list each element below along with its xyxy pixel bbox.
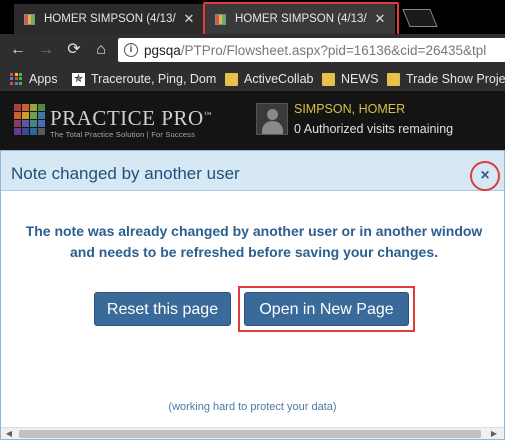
- back-arrow-icon[interactable]: ←: [8, 40, 28, 60]
- screen: HOMER SIMPSON (4/13/ ✕ HOMER SIMPSON (4/…: [0, 0, 505, 440]
- dialog-close-button[interactable]: ×: [470, 161, 500, 191]
- browser-tab-1[interactable]: HOMER SIMPSON (4/13/ ✕: [14, 4, 204, 34]
- favicon-icon: [24, 13, 35, 25]
- bookmark-apps[interactable]: Apps: [10, 71, 58, 87]
- apps-grid-icon: [10, 72, 23, 86]
- tab-title: HOMER SIMPSON (4/13/: [44, 13, 176, 25]
- browser-tab-strip: HOMER SIMPSON (4/13/ ✕ HOMER SIMPSON (4/…: [0, 0, 505, 36]
- app-header: PRACTICE PRO™ The Total Practice Solutio…: [0, 92, 505, 150]
- bookmark-label: Traceroute, Ping, Dom: [91, 72, 217, 86]
- practice-pro-logo[interactable]: PRACTICE PRO™ The Total Practice Solutio…: [14, 104, 212, 139]
- info-icon[interactable]: i: [124, 43, 138, 57]
- bookmarks-bar: Apps ✯ Traceroute, Ping, Dom ActiveColla…: [0, 66, 505, 92]
- star-icon: ✯: [72, 72, 85, 86]
- logo-trademark: ™: [203, 110, 212, 119]
- forward-arrow-icon[interactable]: →: [36, 40, 56, 60]
- bookmark-trade-show[interactable]: Trade Show Project: [387, 71, 505, 87]
- scrollbar-thumb[interactable]: [19, 430, 481, 438]
- dialog-title: Note changed by another user: [11, 164, 240, 183]
- folder-icon: [322, 72, 335, 86]
- home-icon[interactable]: ⌂: [91, 40, 111, 60]
- tab-close-icon[interactable]: ✕: [182, 11, 196, 27]
- note-changed-dialog: Note changed by another user × The note …: [0, 150, 505, 440]
- folder-icon: [387, 72, 400, 86]
- logo-tagline: The Total Practice Solution | For Succes…: [50, 130, 196, 139]
- horizontal-scrollbar[interactable]: ◀ ▶: [1, 427, 504, 439]
- dialog-footer-text: (working hard to protect your data): [168, 401, 337, 413]
- new-tab-button[interactable]: [402, 9, 438, 27]
- bookmark-label: ActiveCollab: [244, 72, 314, 86]
- address-bar[interactable]: i pgsqa/PTPro/Flowsheet.aspx?pid=16136&c…: [118, 38, 505, 62]
- bookmark-news[interactable]: NEWS: [322, 71, 379, 87]
- dialog-message: The note was already changed by another …: [25, 223, 483, 260]
- reload-icon[interactable]: ⟳: [64, 40, 84, 60]
- open-new-page-button[interactable]: Open in New Page: [244, 292, 409, 326]
- reset-page-button[interactable]: Reset this page: [94, 292, 231, 326]
- patient-avatar[interactable]: [256, 103, 288, 135]
- logo-mosaic-icon: [14, 104, 45, 135]
- bookmark-traceroute[interactable]: ✯ Traceroute, Ping, Dom: [72, 71, 216, 87]
- patient-name[interactable]: SIMPSON, HOMER: [294, 102, 405, 116]
- url-host: pgsqa: [144, 42, 181, 58]
- scroll-left-icon[interactable]: ◀: [3, 428, 15, 440]
- logo-text: PRACTICE PRO: [50, 106, 204, 130]
- authorized-visits-text: 0 Authorized visits remaining: [294, 122, 454, 136]
- bookmark-activecollab[interactable]: ActiveCollab: [225, 71, 313, 87]
- browser-toolbar: ← → ⟳ ⌂ i pgsqa/PTPro/Flowsheet.aspx?pid…: [0, 34, 505, 66]
- tab-highlight-box: [203, 2, 399, 36]
- scroll-right-icon[interactable]: ▶: [488, 428, 500, 440]
- folder-icon: [225, 72, 238, 86]
- url-path: /PTPro/Flowsheet.aspx?pid=16136&cid=2643…: [180, 42, 487, 58]
- bookmark-label: Apps: [29, 72, 58, 86]
- bookmark-label: Trade Show Project: [406, 72, 505, 86]
- bookmark-label: NEWS: [341, 72, 379, 86]
- dialog-header: Note changed by another user ×: [1, 151, 504, 191]
